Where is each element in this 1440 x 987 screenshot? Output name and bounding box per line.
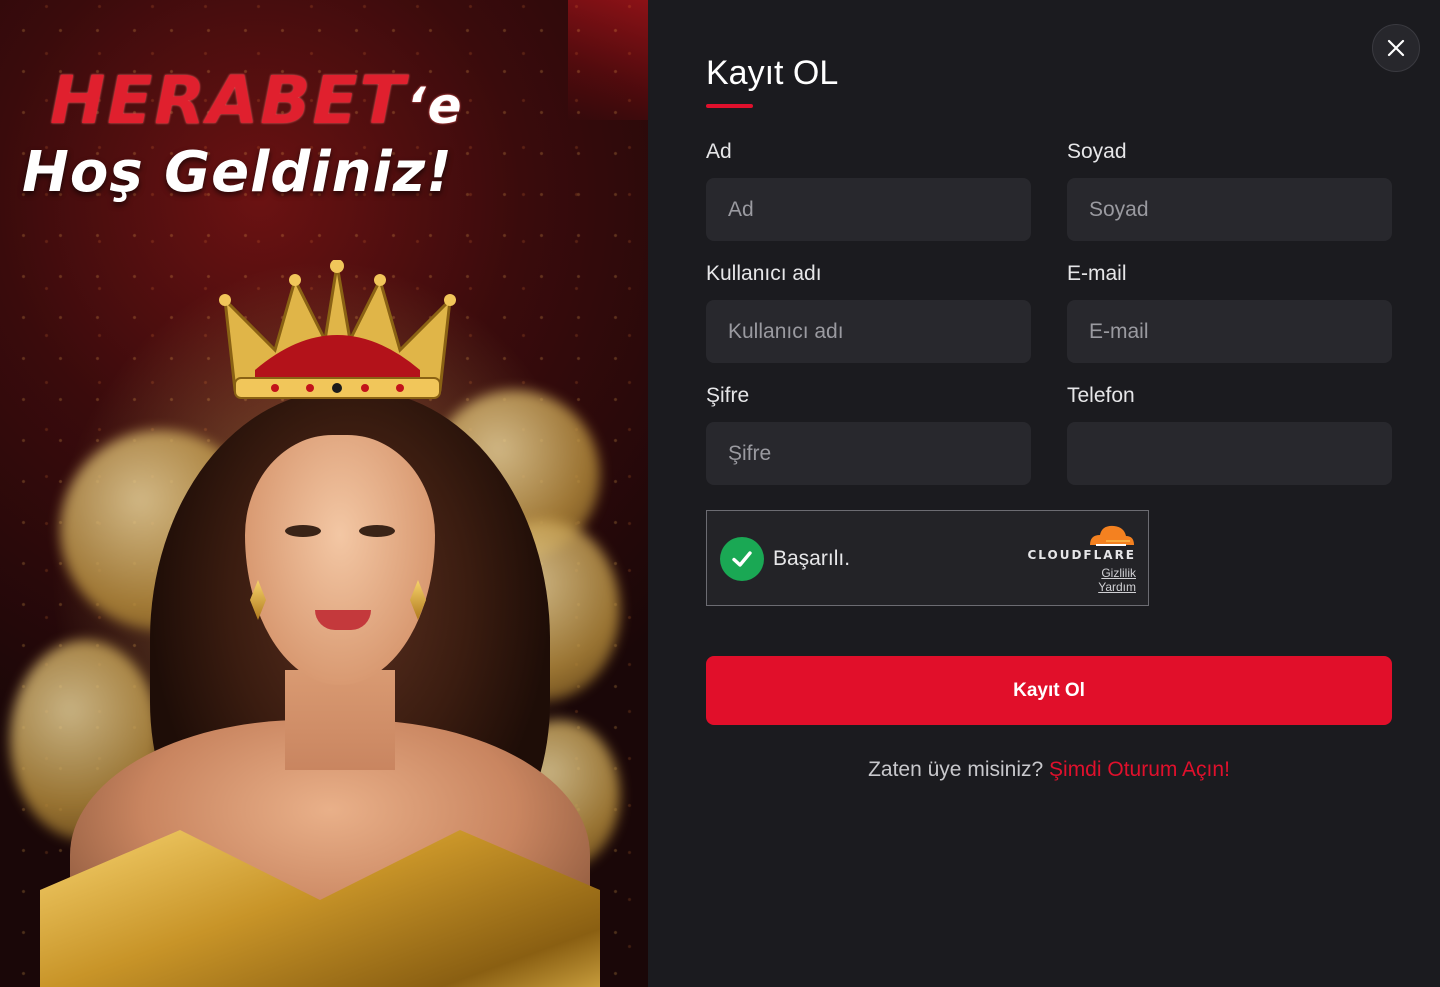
- email-label: E-mail: [1067, 262, 1127, 285]
- phone-label: Telefon: [1067, 384, 1135, 407]
- username-label: Kullanıcı adı: [706, 262, 822, 285]
- phone-group: Telefon: [1067, 384, 1392, 485]
- close-icon: [1387, 39, 1405, 57]
- brand-suffix: ‘e: [406, 77, 464, 135]
- close-button[interactable]: [1372, 24, 1420, 72]
- welcome-text: Hoş Geldiniz!: [22, 140, 453, 205]
- password-group: Şifre: [706, 384, 1031, 485]
- captcha-status: Başarılı.: [773, 547, 851, 570]
- first-name-field[interactable]: [706, 178, 1031, 241]
- first-name-group: Ad: [706, 140, 1031, 241]
- last-name-group: Soyad: [1067, 140, 1392, 241]
- username-field[interactable]: [706, 300, 1031, 363]
- page-title: Kayıt OL: [706, 54, 839, 92]
- captcha-help-link[interactable]: Yardım: [1098, 580, 1136, 594]
- cloudflare-wordmark: CLOUDFLARE: [1027, 548, 1136, 562]
- queen-illustration: [0, 250, 648, 987]
- register-button[interactable]: Kayıt Ol: [706, 656, 1392, 725]
- checkmark-icon: [720, 537, 764, 581]
- first-name-label: Ad: [706, 140, 732, 163]
- login-prompt: Zaten üye misiniz? Şimdi Oturum Açın!: [706, 758, 1392, 782]
- cloudflare-logo-icon: [1090, 525, 1134, 546]
- phone-field[interactable]: [1067, 422, 1392, 485]
- login-prompt-text: Zaten üye misiniz?: [868, 758, 1044, 781]
- password-label: Şifre: [706, 384, 750, 407]
- last-name-label: Soyad: [1067, 140, 1127, 163]
- cloudflare-captcha[interactable]: Başarılı. CLOUDFLARE Gizlilik Yardım: [706, 510, 1149, 606]
- email-field[interactable]: [1067, 300, 1392, 363]
- register-modal: HERABET‘e Hoş Geldiniz! Kayıt OL Ad Soya…: [0, 0, 1440, 987]
- right-eye: [359, 525, 395, 537]
- register-form-panel: Kayıt OL Ad Soyad Kullanıcı adı E-mail Ş…: [648, 0, 1440, 987]
- email-group: E-mail: [1067, 262, 1392, 363]
- login-link[interactable]: Şimdi Oturum Açın!: [1049, 758, 1230, 781]
- neck: [285, 670, 395, 770]
- lips: [315, 610, 371, 630]
- username-group: Kullanıcı adı: [706, 262, 1031, 363]
- promo-banner: HERABET‘e Hoş Geldiniz!: [0, 0, 648, 987]
- brand-logo-text: HERABET‘e: [50, 62, 464, 139]
- left-eye: [285, 525, 321, 537]
- crown-icon: [219, 260, 456, 399]
- title-underline: [706, 104, 753, 108]
- last-name-field[interactable]: [1067, 178, 1392, 241]
- password-field[interactable]: [706, 422, 1031, 485]
- captcha-privacy-link[interactable]: Gizlilik: [1101, 566, 1136, 580]
